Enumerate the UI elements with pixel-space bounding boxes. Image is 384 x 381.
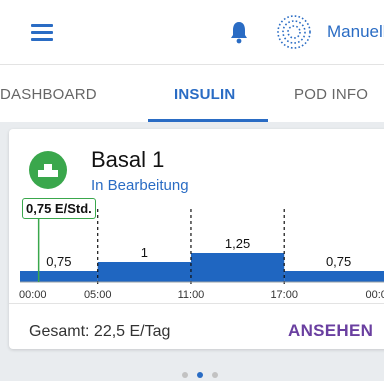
basal-program-card[interactable]: Basal 1 In Bearbeitung 0,75 1 1,25 0,75 00:0… xyxy=(9,129,384,349)
page-dot-active xyxy=(197,372,203,378)
basal-segment-label: 1,25 xyxy=(225,236,250,251)
tab-insulin[interactable]: INSULIN xyxy=(174,65,235,123)
user-name[interactable]: Manuell xyxy=(327,22,384,42)
basal-segment-label: 0,75 xyxy=(46,254,71,269)
x-tick-label: 11:00 xyxy=(178,289,205,299)
app-bar: Manuell xyxy=(0,0,384,64)
basal-segment-bar xyxy=(20,271,98,282)
basal-segment-bar xyxy=(97,262,191,282)
total-label: Gesamt: xyxy=(29,323,90,340)
hamburger-menu-icon[interactable] xyxy=(31,24,53,41)
tab-dashboard[interactable]: DASHBOARD xyxy=(0,65,97,123)
avatar-icon[interactable] xyxy=(276,14,312,50)
x-tick-label: 00:00 xyxy=(19,289,47,299)
total-daily-insulin: Gesamt: 22,5 E/Tag xyxy=(29,323,170,341)
tab-bar: DASHBOARD INSULIN POD INFO xyxy=(0,64,384,124)
page-dot xyxy=(212,372,218,378)
bell-icon[interactable] xyxy=(229,20,249,44)
tab-pod-info[interactable]: POD INFO xyxy=(294,65,368,123)
basal-segment-bar xyxy=(190,253,285,282)
page-dot xyxy=(182,372,188,378)
x-tick-label: 17:00 xyxy=(270,289,298,299)
basal-segment-label: 0,75 xyxy=(326,254,351,269)
basal-segment-bar xyxy=(284,271,384,282)
content-area: Basal 1 In Bearbeitung 0,75 1 1,25 0,75 00:0… xyxy=(0,122,384,381)
view-button[interactable]: ANSEHEN xyxy=(288,321,373,341)
card-divider xyxy=(9,303,384,304)
current-rate-tag: 0,75 E/Std. xyxy=(22,198,96,219)
total-value: 22,5 E/Tag xyxy=(93,323,171,340)
x-tick-label: 00:00 xyxy=(365,289,384,299)
basal-segment-label: 1 xyxy=(141,245,148,260)
x-tick-label: 05:00 xyxy=(84,289,112,299)
